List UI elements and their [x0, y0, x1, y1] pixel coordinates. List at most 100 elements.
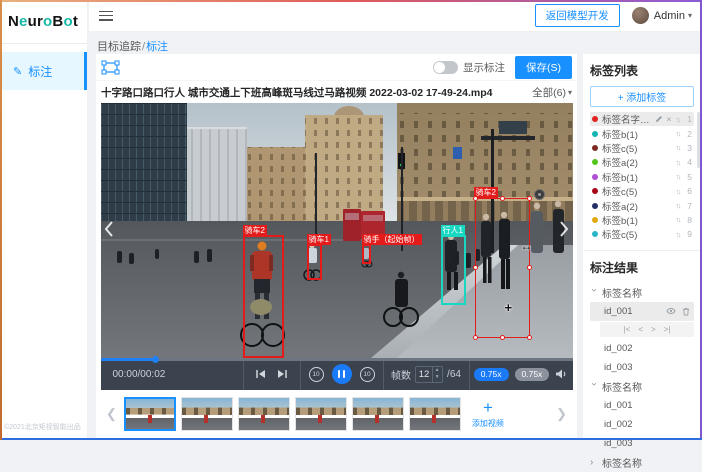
tag-row[interactable]: 标签a(2) ↑↓ 7: [590, 198, 694, 212]
pencil-icon: ✎: [13, 65, 22, 78]
video-thumbnail[interactable]: [124, 397, 176, 431]
breadcrumb-separator: /: [142, 41, 145, 53]
bbox-label: 行人1: [441, 225, 465, 236]
prev-video-chevron[interactable]: [104, 221, 114, 237]
add-video-button[interactable]: + 添加视频: [466, 394, 510, 434]
sort-icon[interactable]: ↑↓: [676, 143, 681, 152]
tag-row[interactable]: 标签b(1) ↑↓ 5: [590, 170, 694, 184]
resize-handle[interactable]: [500, 335, 505, 340]
tag-row[interactable]: 标签b(1) ↑↓ 2: [590, 126, 694, 140]
show-annotation-toggle[interactable]: [433, 61, 458, 74]
sort-icon[interactable]: ↑↓: [676, 158, 681, 167]
resize-handle[interactable]: [473, 265, 478, 270]
result-item-selected[interactable]: id_001: [590, 302, 694, 321]
video-thumbnail[interactable]: [238, 397, 290, 431]
video-thumbnail[interactable]: [352, 397, 404, 431]
sort-icon[interactable]: ↑↓: [676, 230, 681, 239]
tag-order: 4: [684, 157, 692, 167]
frame-stepper[interactable]: ▲▼: [415, 366, 443, 383]
stepper-down-icon[interactable]: ▼: [433, 374, 441, 382]
tag-name: 标签c(5): [602, 184, 672, 198]
speed-pill-secondary[interactable]: 0.75x: [515, 368, 550, 381]
next-video-chevron[interactable]: [559, 221, 569, 237]
video-thumbnail[interactable]: [409, 397, 461, 431]
pause-button[interactable]: [332, 364, 352, 384]
save-button[interactable]: 保存(S): [515, 56, 572, 79]
stepper-up-icon[interactable]: ▲: [433, 367, 441, 375]
result-item[interactable]: id_001: [590, 396, 694, 415]
bbox-tool-icon[interactable]: [101, 60, 120, 75]
result-group[interactable]: › 标签名称: [590, 453, 694, 472]
resize-handle[interactable]: [500, 196, 505, 201]
sort-icon[interactable]: ↑↓: [676, 115, 681, 124]
result-item[interactable]: id_003: [590, 358, 694, 377]
sort-icon[interactable]: ↑↓: [676, 172, 681, 181]
sort-icon[interactable]: ↑↓: [676, 129, 681, 138]
sort-icon[interactable]: ↑↓: [676, 201, 681, 210]
chevron-icon: ›: [589, 288, 600, 296]
volume-icon[interactable]: [555, 368, 568, 380]
speed-pill-active[interactable]: 0.75x: [474, 368, 509, 381]
menu-collapse-icon[interactable]: [99, 11, 113, 21]
sidebar-item-annotate[interactable]: ✎ 标注: [0, 52, 87, 90]
video-canvas[interactable]: 骑车2 骑车1 骑手（起始帧） 行人1 骑车2 + ↔: [101, 103, 573, 358]
rewind-10-icon[interactable]: 10: [309, 367, 324, 382]
bbox-pedestrian1[interactable]: 行人1: [441, 235, 466, 305]
sort-icon[interactable]: ↑↓: [676, 215, 681, 224]
result-id: id_001: [604, 306, 633, 317]
resize-handle[interactable]: [473, 196, 478, 201]
video-thumbnail[interactable]: [295, 397, 347, 431]
add-video-label: 添加视频: [472, 418, 504, 429]
video-title: 十字路口路口行人 城市交通上下班高峰斑马线过马路视频 2022-03-02 17…: [101, 85, 532, 100]
last-page-icon[interactable]: >|: [664, 325, 671, 334]
close-icon[interactable]: ×: [667, 114, 672, 124]
tag-row[interactable]: 标签a(2) ↑↓ 4: [590, 155, 694, 169]
filter-dropdown[interactable]: 全部(6) ▾: [532, 85, 572, 100]
prev-page-icon[interactable]: <: [638, 325, 643, 334]
trash-icon[interactable]: [682, 307, 690, 316]
tag-color-dot: [592, 131, 598, 137]
prev-frame-icon[interactable]: [255, 369, 266, 379]
resize-handle[interactable]: [473, 335, 478, 340]
filmstrip-next-chevron[interactable]: ❯: [554, 406, 569, 422]
edit-icon[interactable]: [655, 115, 663, 123]
window-border: [0, 0, 702, 2]
result-item[interactable]: id_002: [590, 339, 694, 358]
resize-handle[interactable]: [527, 265, 532, 270]
add-tag-button[interactable]: + 添加标签: [590, 86, 694, 107]
breadcrumb-parent[interactable]: 目标追踪: [97, 41, 141, 53]
next-frame-icon[interactable]: [277, 369, 288, 379]
bbox-rider-startframe[interactable]: 骑手（起始帧）: [362, 244, 371, 264]
result-group[interactable]: › 标签名称: [590, 283, 694, 302]
tag-order: 2: [684, 129, 692, 139]
video-thumbnail[interactable]: [181, 397, 233, 431]
tag-row[interactable]: 标签名字最长数... × ↑↓ 1: [590, 112, 694, 126]
resize-handle[interactable]: [527, 335, 532, 340]
tag-color-dot: [592, 203, 598, 209]
forward-10-icon[interactable]: 10: [360, 367, 375, 382]
back-to-model-dev-button[interactable]: 返回模型开发: [535, 4, 620, 27]
tag-row[interactable]: 标签c(5) ↑↓ 3: [590, 141, 694, 155]
next-page-icon[interactable]: >: [651, 325, 656, 334]
window-border: [0, 0, 2, 440]
anchor-point-icon: [534, 189, 545, 200]
filmstrip-prev-chevron[interactable]: ❮: [104, 406, 119, 422]
avatar[interactable]: [632, 7, 649, 24]
visibility-icon[interactable]: [666, 307, 676, 315]
bbox-cyclist2[interactable]: 骑车2: [243, 235, 284, 358]
tag-row[interactable]: 标签c(5) ↑↓ 9: [590, 227, 694, 241]
result-group[interactable]: › 标签名称: [590, 377, 694, 396]
sort-icon[interactable]: ↑↓: [676, 187, 681, 196]
frame-input[interactable]: [416, 367, 432, 382]
resize-handle[interactable]: [527, 196, 532, 201]
tag-row[interactable]: 标签c(5) ↑↓ 6: [590, 184, 694, 198]
result-item[interactable]: id_003: [590, 434, 694, 453]
result-item[interactable]: id_002: [590, 415, 694, 434]
bbox-cyclist1[interactable]: 骑车1: [307, 244, 322, 280]
first-page-icon[interactable]: |<: [624, 325, 631, 334]
tag-row[interactable]: 标签b(1) ↑↓ 8: [590, 213, 694, 227]
tag-order: 5: [684, 172, 692, 182]
video-progress-bar[interactable]: [101, 358, 573, 361]
username[interactable]: Admin: [654, 10, 685, 22]
bbox-cyclist2-selected[interactable]: 骑车2: [475, 198, 530, 338]
